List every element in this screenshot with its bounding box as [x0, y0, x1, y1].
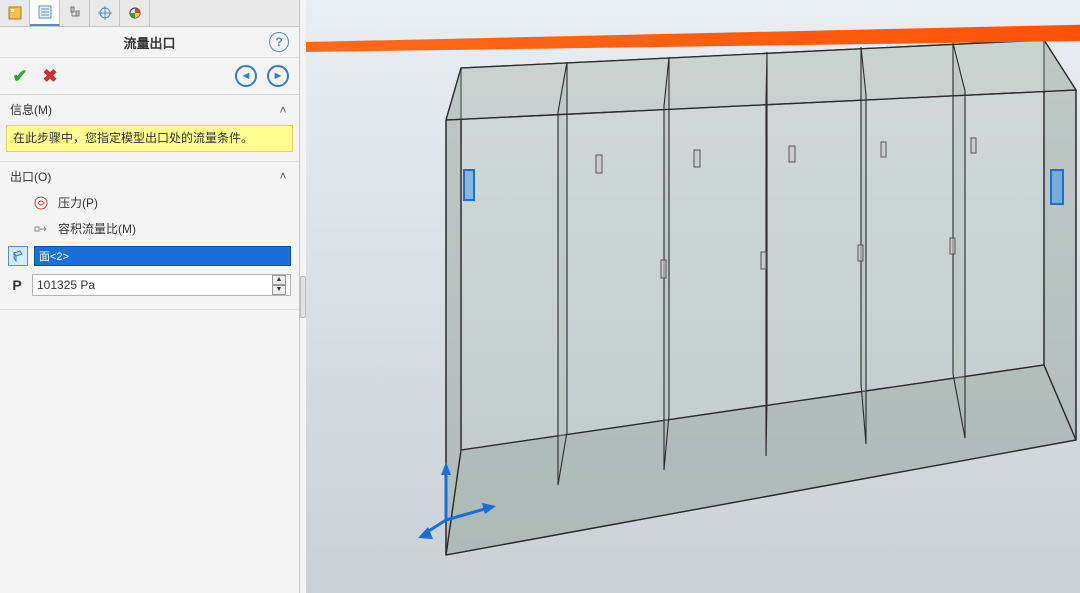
- option-volume-ratio[interactable]: 容积流量比(M): [6, 216, 293, 242]
- option-volume-ratio-label: 容积流量比(M): [58, 220, 136, 237]
- graphics-viewport[interactable]: [306, 0, 1080, 593]
- face-selection-row: 面<2>: [6, 242, 293, 270]
- pressure-input-value: 101325 Pa: [37, 278, 95, 292]
- info-message: 在此步骤中，您指定模型出口处的流量条件。: [6, 125, 293, 152]
- pressure-value-row: P 101325 Pa ▲ ▼: [6, 270, 293, 300]
- next-step-button[interactable]: ►: [267, 65, 289, 87]
- pressure-spinner: ▲ ▼: [272, 275, 286, 295]
- tab-configuration[interactable]: [60, 0, 90, 26]
- pressure-input[interactable]: 101325 Pa ▲ ▼: [32, 274, 291, 296]
- volume-ratio-icon: [32, 220, 50, 238]
- panel-title-row: 流量出口 ?: [0, 27, 299, 57]
- pressure-icon: [32, 194, 50, 212]
- tab-appearance[interactable]: [120, 0, 150, 26]
- pressure-symbol: P: [8, 277, 26, 293]
- section-outlet: 出口(O) ˄ 压力(P) 容积流量比(M): [0, 162, 299, 310]
- tab-feature-tree[interactable]: [0, 0, 30, 26]
- tab-property-manager[interactable]: [30, 0, 60, 26]
- face-icon: [8, 246, 28, 266]
- section-info: 信息(M) ˄ 在此步骤中，您指定模型出口处的流量条件。: [0, 95, 299, 162]
- option-pressure-label: 压力(P): [58, 194, 98, 211]
- section-outlet-header[interactable]: 出口(O) ˄: [0, 165, 299, 188]
- section-outlet-label: 出口(O): [10, 168, 51, 185]
- model-3d-view: [306, 0, 1080, 593]
- chevron-up-icon: ˄: [277, 104, 289, 116]
- panel-action-row: ✔ ✖ ◄ ►: [0, 57, 299, 95]
- help-button[interactable]: ?: [269, 32, 289, 52]
- tab-dim-target[interactable]: [90, 0, 120, 26]
- chevron-up-icon: ˄: [277, 170, 289, 182]
- ok-button[interactable]: ✔: [10, 66, 30, 86]
- option-pressure[interactable]: 压力(P): [6, 190, 293, 216]
- prev-step-button[interactable]: ◄: [235, 65, 257, 87]
- cancel-button[interactable]: ✖: [40, 66, 60, 86]
- spin-up-button[interactable]: ▲: [272, 275, 286, 285]
- spin-down-button[interactable]: ▼: [272, 285, 286, 295]
- help-icon: ?: [275, 35, 282, 49]
- property-manager-panel: 流量出口 ? ✔ ✖ ◄ ► 信息(M) ˄ 在此步骤中，您指定模型出口处的流量…: [0, 0, 300, 593]
- section-info-label: 信息(M): [10, 101, 52, 118]
- panel-title: 流量出口: [123, 33, 175, 52]
- side-tab-strip: [0, 0, 299, 27]
- face-selection-field[interactable]: 面<2>: [34, 246, 291, 266]
- section-info-header[interactable]: 信息(M) ˄: [0, 98, 299, 121]
- face-selection-value: 面<2>: [39, 248, 69, 264]
